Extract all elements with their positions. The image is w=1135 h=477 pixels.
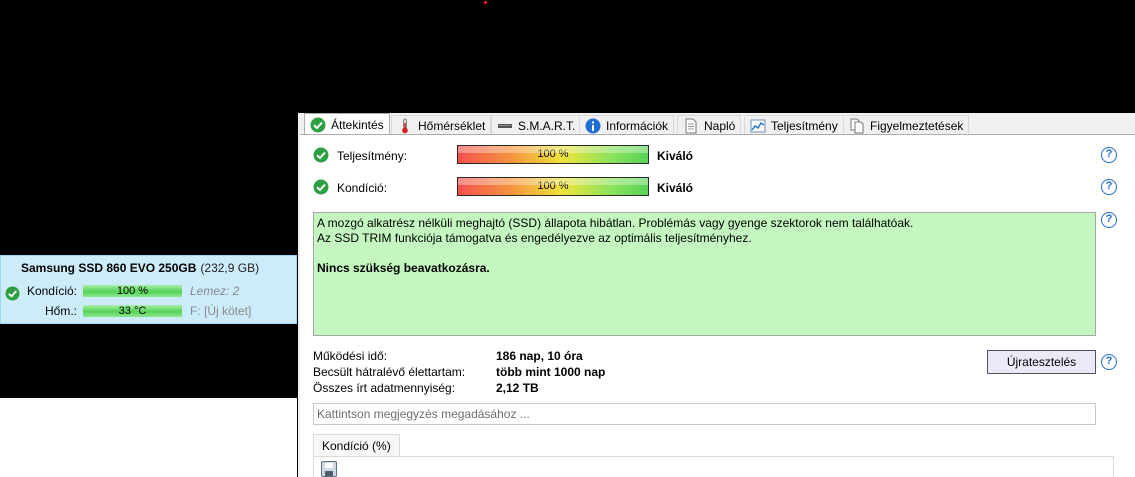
help-icon[interactable]: ? bbox=[1101, 212, 1117, 228]
tab-overview[interactable]: Áttekintés bbox=[304, 113, 390, 135]
status-line-2: Az SSD TRIM funkciója támogatva és enged… bbox=[317, 231, 752, 245]
tab-label: S.M.A.R.T. bbox=[518, 118, 576, 133]
check-icon bbox=[313, 147, 329, 163]
tab-label: Hőmérséklet bbox=[418, 118, 486, 133]
health-label: Kondíció: bbox=[337, 181, 388, 195]
drive-temp-bar: 33 °C bbox=[83, 305, 182, 317]
health-bar: 100 % bbox=[457, 177, 649, 196]
drive-temp-label: Hőm.: bbox=[44, 304, 77, 318]
document-icon bbox=[685, 118, 697, 133]
performance-rating: Kiváló bbox=[657, 149, 694, 163]
tab-label: Napló bbox=[704, 118, 736, 133]
status-action: Nincs szükség beavatkozásra. bbox=[317, 261, 490, 275]
health-rating: Kiváló bbox=[657, 181, 694, 195]
drive-list-blank-area bbox=[0, 398, 297, 477]
lifetime-label: Becsült hátralévő élettartam: bbox=[313, 365, 466, 379]
tab-temperature[interactable]: Hőmérséklet bbox=[391, 115, 492, 135]
note-input[interactable] bbox=[313, 403, 1096, 425]
drive-name: Samsung SSD 860 EVO 250GB bbox=[21, 261, 197, 275]
tab-label: Teljesítmény bbox=[771, 118, 838, 133]
status-line-1: A mozgó alkatrész nélküli meghajtó (SSD)… bbox=[317, 216, 914, 230]
help-icon[interactable]: ? bbox=[1101, 179, 1117, 195]
tab-smart[interactable]: S.M.A.R.T. bbox=[491, 115, 582, 135]
chart-area bbox=[313, 456, 1114, 477]
thermometer-icon bbox=[402, 118, 408, 133]
drive-volume-info: F: [Új kötet] bbox=[190, 304, 252, 318]
tab-performance[interactable]: Teljesítmény bbox=[744, 115, 844, 135]
help-icon[interactable]: ? bbox=[1101, 354, 1117, 370]
performance-bar: 100 % bbox=[457, 145, 649, 164]
uptime-value: 186 nap, 10 óra bbox=[496, 349, 583, 363]
alerts-icon bbox=[850, 118, 864, 133]
lifetime-value: több mint 1000 nap bbox=[496, 365, 606, 379]
tab-label: Figyelmeztetések bbox=[870, 118, 964, 133]
status-text-box: A mozgó alkatrész nélküli meghajtó (SSD)… bbox=[313, 212, 1096, 336]
main-panel: Áttekintés Hőmérséklet S.M.A.R.T. Inform… bbox=[298, 113, 1135, 477]
overview-content: Teljesítmény: 100 % Kiváló ? Kondíció: 1… bbox=[300, 134, 1135, 477]
info-icon bbox=[585, 118, 601, 133]
chart-icon bbox=[750, 119, 766, 132]
tab-label: Információk bbox=[606, 118, 669, 133]
drive-list-item[interactable]: Samsung SSD 860 EVO 250GB (232,9 GB) Kond… bbox=[0, 255, 297, 324]
performance-label: Teljesítmény: bbox=[337, 149, 408, 163]
save-icon[interactable] bbox=[321, 461, 337, 477]
health-value: 100 % bbox=[537, 180, 569, 192]
performance-value: 100 % bbox=[537, 148, 569, 160]
check-icon bbox=[310, 117, 326, 132]
uptime-label: Működési idő: bbox=[313, 349, 388, 363]
tab-log[interactable]: Napló bbox=[677, 115, 742, 135]
drive-icon bbox=[498, 123, 512, 128]
written-label: Összes írt adatmennyiség: bbox=[313, 381, 456, 395]
drive-health-label: Kondíció: bbox=[26, 284, 77, 298]
chart-tab-health[interactable]: Kondíció (%) bbox=[313, 434, 400, 456]
help-icon[interactable]: ? bbox=[1101, 147, 1117, 163]
drive-size: (232,9 GB) bbox=[200, 261, 260, 275]
drive-health-row: Kondíció: 100 % Lemez: 2 bbox=[1, 283, 298, 299]
drive-health-bar: 100 % bbox=[83, 285, 182, 297]
red-marker bbox=[484, 1, 487, 4]
drive-disk-info: Lemez: 2 bbox=[190, 284, 240, 298]
written-value: 2,12 TB bbox=[496, 381, 539, 395]
tab-label: Áttekintés bbox=[331, 117, 384, 132]
retest-button[interactable]: Újratesztelés bbox=[987, 350, 1096, 374]
tab-info[interactable]: Információk bbox=[579, 115, 675, 135]
tab-bar: Áttekintés Hőmérséklet S.M.A.R.T. Inform… bbox=[298, 113, 1135, 135]
drive-name-line: Samsung SSD 860 EVO 250GB (232,9 GB) bbox=[21, 261, 259, 275]
tab-alerts[interactable]: Figyelmeztetések bbox=[843, 115, 970, 135]
check-icon bbox=[313, 179, 329, 195]
drive-temp-row: Hőm.: 33 °C F: [Új kötet] bbox=[1, 303, 298, 319]
